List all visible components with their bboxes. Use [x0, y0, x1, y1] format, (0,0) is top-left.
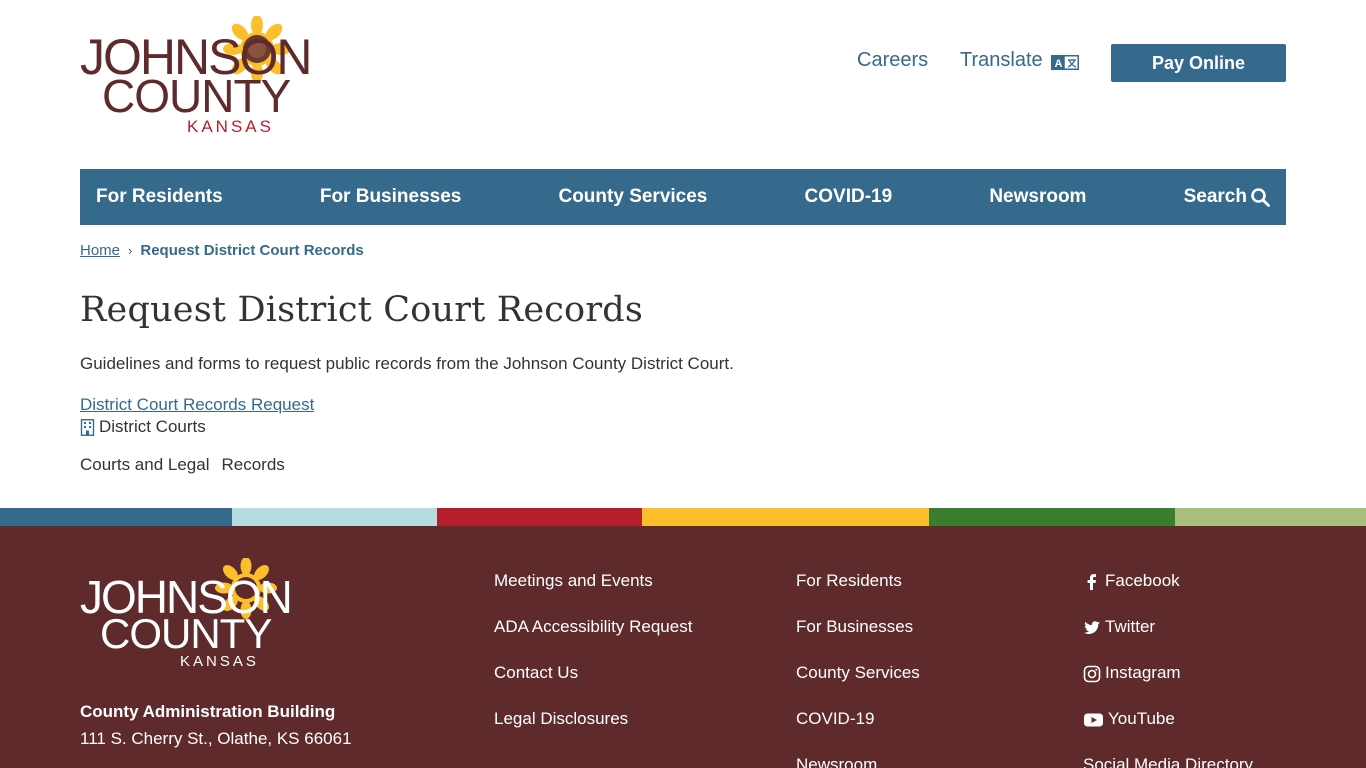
footer-link-residents[interactable]: For Residents: [796, 571, 902, 591]
translate-icon[interactable]: A: [1051, 55, 1079, 70]
nav-search-label: Search: [1183, 186, 1247, 207]
youtube-icon: [1084, 713, 1103, 727]
careers-link[interactable]: Careers: [857, 49, 928, 72]
footer-logo-graphic: JOHNSON COUNTY KANSAS: [80, 557, 293, 670]
strip-segment: [642, 508, 929, 526]
logo-line2: COUNTY: [102, 70, 291, 122]
site-footer: JOHNSON COUNTY KANSAS County Administrat…: [0, 526, 1366, 768]
facebook-icon: [1087, 574, 1096, 590]
footer-links-sections: For Residents For Businesses County Serv…: [796, 571, 920, 768]
nav-covid-19[interactable]: COVID-19: [805, 186, 893, 208]
footer-logo-line2: COUNTY: [100, 610, 272, 657]
list-item: YouTube: [1083, 709, 1253, 755]
twitter-link[interactable]: Twitter: [1105, 617, 1155, 637]
nav-county-services[interactable]: County Services: [558, 186, 707, 208]
list-item: Facebook: [1083, 571, 1253, 617]
instagram-icon: [1083, 665, 1101, 683]
site-header: JOHNSON COUNTY KANSAS Careers Translate …: [0, 0, 1366, 169]
translate-link[interactable]: Translate: [960, 49, 1043, 72]
building-icon: [80, 418, 95, 436]
nav-for-businesses[interactable]: For Businesses: [320, 186, 462, 208]
svg-text:A: A: [1055, 58, 1063, 70]
footer-link-meetings[interactable]: Meetings and Events: [494, 571, 653, 591]
address-line: 111 S. Cherry St., Olathe, KS 66061: [80, 729, 352, 748]
youtube-link[interactable]: YouTube: [1108, 709, 1175, 729]
breadcrumb: Home › Request District Court Records: [80, 242, 364, 259]
logo-line3: KANSAS: [187, 117, 274, 136]
strip-segment: [0, 508, 232, 526]
list-item: Legal Disclosures: [494, 709, 692, 755]
footer-county-logo[interactable]: JOHNSON COUNTY KANSAS: [80, 557, 300, 670]
footer-logo-line3: KANSAS: [180, 653, 259, 670]
footer-link-newsroom[interactable]: Newsroom: [796, 755, 877, 768]
nav-for-residents[interactable]: For Residents: [96, 186, 223, 208]
list-item: ADA Accessibility Request: [494, 617, 692, 663]
county-logo[interactable]: JOHNSON COUNTY KANSAS: [80, 15, 320, 136]
footer-link-ada[interactable]: ADA Accessibility Request: [494, 617, 692, 637]
instagram-link[interactable]: Instagram: [1105, 663, 1181, 683]
social-media-directory-link[interactable]: Social Media Directory: [1083, 755, 1253, 768]
footer-social-links: Facebook Twitter Instagram YouTube Socia: [1083, 571, 1253, 768]
address-title: County Administration Building: [80, 702, 336, 721]
topic-tags: Courts and Legal Records: [80, 455, 285, 475]
footer-link-covid[interactable]: COVID-19: [796, 709, 874, 729]
color-strip: [0, 508, 1366, 526]
footer-link-businesses[interactable]: For Businesses: [796, 617, 913, 637]
nav-newsroom[interactable]: Newsroom: [989, 186, 1086, 208]
list-item: Meetings and Events: [494, 571, 692, 617]
records-request-link[interactable]: District Court Records Request: [80, 395, 314, 415]
list-item: For Residents: [796, 571, 920, 617]
breadcrumb-home-link[interactable]: Home: [80, 242, 120, 259]
strip-segment: [929, 508, 1175, 526]
pay-online-button[interactable]: Pay Online: [1111, 44, 1286, 82]
strip-segment: [1175, 508, 1366, 526]
tag-records: Records: [221, 455, 285, 474]
footer-link-legal[interactable]: Legal Disclosures: [494, 709, 628, 729]
department-name: District Courts: [99, 417, 206, 436]
county-logo-graphic: JOHNSON COUNTY KANSAS: [80, 15, 312, 136]
tag-courts-and-legal: Courts and Legal: [80, 455, 210, 474]
list-item: Newsroom: [796, 755, 920, 768]
list-item: Contact Us: [494, 663, 692, 709]
main-nav: For Residents For Businesses County Serv…: [80, 169, 1286, 225]
list-item: Twitter: [1083, 617, 1253, 663]
strip-segment: [232, 508, 437, 526]
department-label: District Courts: [80, 417, 206, 437]
search-icon: [1251, 188, 1270, 207]
list-item: Instagram: [1083, 663, 1253, 709]
strip-segment: [437, 508, 642, 526]
footer-link-contact[interactable]: Contact Us: [494, 663, 578, 683]
breadcrumb-current: Request District Court Records: [140, 242, 364, 259]
chevron-right-icon: ›: [128, 243, 133, 258]
page-title: Request District Court Records: [80, 290, 644, 330]
twitter-icon: [1084, 621, 1100, 634]
list-item: County Services: [796, 663, 920, 709]
footer-link-services[interactable]: County Services: [796, 663, 920, 683]
list-item: Social Media Directory: [1083, 755, 1253, 768]
list-item: For Businesses: [796, 617, 920, 663]
footer-links-general: Meetings and Events ADA Accessibility Re…: [494, 571, 692, 755]
nav-search[interactable]: Search: [1184, 186, 1270, 208]
list-item: COVID-19: [796, 709, 920, 755]
facebook-link[interactable]: Facebook: [1105, 571, 1180, 591]
page-intro: Guidelines and forms to request public r…: [80, 354, 734, 373]
